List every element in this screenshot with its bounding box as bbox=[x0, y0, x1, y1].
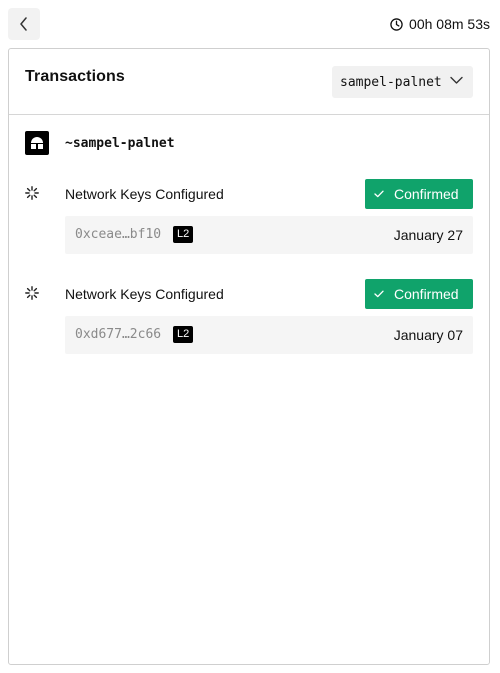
transaction-date: January 27 bbox=[393, 227, 463, 243]
status-label: Confirmed bbox=[394, 186, 459, 202]
transaction-hash[interactable]: 0xceae…bf10 bbox=[75, 227, 161, 242]
transaction-date: January 07 bbox=[393, 327, 463, 343]
panel-header: Transactions sampel-palnet bbox=[9, 49, 489, 115]
sigil-icon bbox=[25, 131, 49, 155]
chevron-down-icon bbox=[450, 76, 463, 84]
status-badge: Confirmed bbox=[365, 279, 473, 309]
panel-title: Transactions bbox=[25, 68, 125, 85]
check-icon bbox=[374, 290, 384, 298]
transaction-detail: 0xd677…2c66 L2 January 07 bbox=[65, 316, 473, 354]
transaction-label: Network Keys Configured bbox=[65, 286, 224, 302]
transaction-item: Network Keys Configured Confirmed 0xceae… bbox=[25, 179, 473, 254]
layer-badge: L2 bbox=[173, 226, 194, 243]
back-button[interactable] bbox=[8, 8, 40, 40]
top-bar: 00h 08m 53s bbox=[0, 0, 500, 48]
check-icon bbox=[374, 190, 384, 198]
identity-select[interactable]: sampel-palnet bbox=[332, 66, 473, 98]
transaction-hash[interactable]: 0xd677…2c66 bbox=[75, 327, 161, 342]
timer-value: 00h 08m 53s bbox=[409, 16, 490, 32]
identity-row: ~sampel-palnet bbox=[25, 131, 175, 155]
clock-icon bbox=[390, 17, 403, 31]
status-label: Confirmed bbox=[394, 286, 459, 302]
spinner-icon bbox=[25, 186, 39, 200]
transaction-detail: 0xceae…bf10 L2 January 27 bbox=[65, 216, 473, 254]
chevron-left-icon bbox=[20, 17, 27, 31]
identity-select-value: sampel-palnet bbox=[340, 74, 442, 90]
transaction-label: Network Keys Configured bbox=[65, 186, 224, 202]
spinner-icon bbox=[25, 286, 39, 300]
transaction-item: Network Keys Configured Confirmed 0xd677… bbox=[25, 279, 473, 354]
session-timer: 00h 08m 53s bbox=[390, 14, 490, 34]
transactions-panel: Transactions sampel-palnet ~sampel-palne… bbox=[8, 48, 490, 665]
status-badge: Confirmed bbox=[365, 179, 473, 209]
layer-badge: L2 bbox=[173, 326, 194, 343]
identity-name: ~sampel-palnet bbox=[65, 135, 175, 151]
